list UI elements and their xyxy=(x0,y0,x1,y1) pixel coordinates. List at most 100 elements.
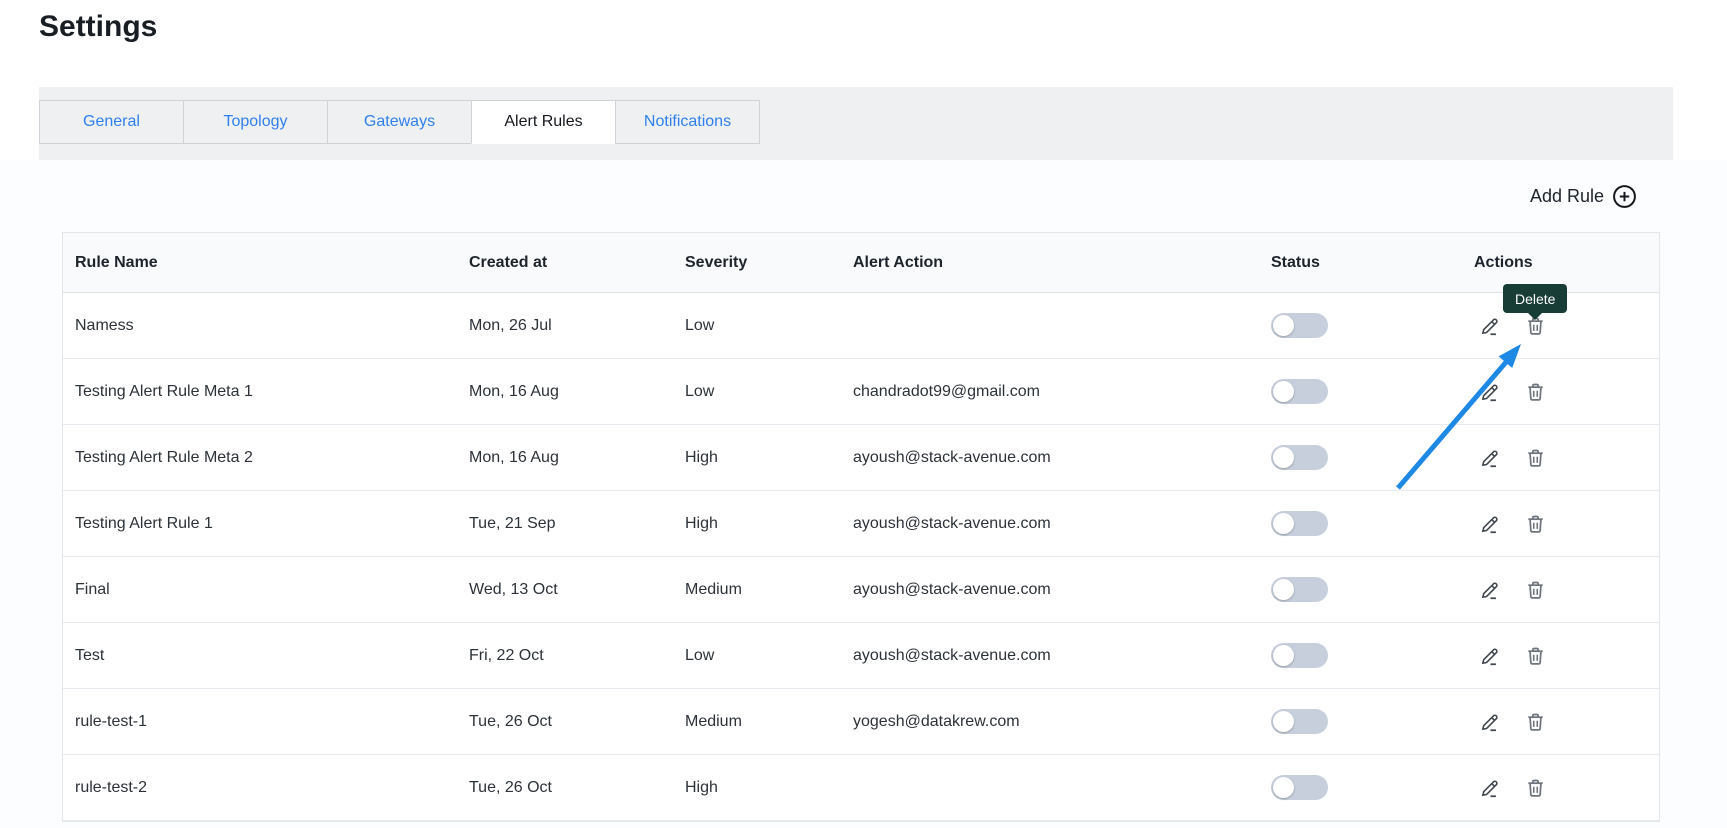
status-toggle[interactable] xyxy=(1271,775,1328,800)
status-toggle[interactable] xyxy=(1271,511,1328,536)
trash-icon xyxy=(1525,647,1546,670)
pencil-icon xyxy=(1479,714,1501,736)
edit-button[interactable] xyxy=(1479,777,1501,799)
status-toggle[interactable] xyxy=(1271,379,1328,404)
edit-button[interactable] xyxy=(1479,447,1501,469)
table-row: Testing Alert Rule 1 Tue, 21 Sep High ay… xyxy=(63,491,1659,557)
severity-cell: Low xyxy=(685,646,715,664)
tab-list: General Topology Gateways Alert Rules No… xyxy=(39,100,1673,144)
severity-cell: Medium xyxy=(685,580,742,598)
alert-action-cell: ayoush@stack-avenue.com xyxy=(853,448,1051,466)
table-header-row: Rule Name Created at Severity Alert Acti… xyxy=(63,233,1659,293)
trash-icon xyxy=(1525,449,1546,472)
delete-button[interactable] xyxy=(1525,645,1546,667)
status-toggle[interactable] xyxy=(1271,313,1328,338)
tab-topology[interactable]: Topology xyxy=(183,100,328,144)
toggle-knob xyxy=(1273,711,1294,732)
settings-tab-bar: General Topology Gateways Alert Rules No… xyxy=(39,87,1673,160)
pencil-icon xyxy=(1479,384,1501,406)
trash-icon xyxy=(1525,713,1546,736)
rule-name-cell: rule-test-2 xyxy=(75,778,148,796)
alert-action-cell: chandradot99@gmail.com xyxy=(853,382,1041,400)
column-header-actions: Actions xyxy=(1474,253,1533,271)
toggle-knob xyxy=(1273,381,1294,402)
column-header-alert-action: Alert Action xyxy=(853,253,944,271)
rule-name-cell: Test xyxy=(75,646,105,664)
status-toggle[interactable] xyxy=(1271,577,1328,602)
delete-button[interactable] xyxy=(1525,711,1546,733)
edit-button[interactable] xyxy=(1479,645,1501,667)
edit-button[interactable] xyxy=(1479,315,1501,337)
status-cell xyxy=(1259,445,1462,470)
status-cell xyxy=(1259,313,1462,338)
table-row: Test Fri, 22 Oct Low ayoush@stack-avenue… xyxy=(63,623,1659,689)
actions-cell xyxy=(1462,447,1659,469)
status-toggle[interactable] xyxy=(1271,445,1328,470)
page-title: Settings xyxy=(39,10,158,43)
trash-icon xyxy=(1525,383,1546,406)
table-row: rule-test-1 Tue, 26 Oct Medium yogesh@da… xyxy=(63,689,1659,755)
created-at-cell: Tue, 21 Sep xyxy=(469,514,556,532)
toggle-knob xyxy=(1273,777,1294,798)
alert-action-cell: ayoush@stack-avenue.com xyxy=(853,646,1051,664)
status-cell xyxy=(1259,511,1462,536)
pencil-icon xyxy=(1479,318,1501,340)
rule-name-cell: Testing Alert Rule Meta 2 xyxy=(75,448,253,466)
status-toggle[interactable] xyxy=(1271,709,1328,734)
actions-cell xyxy=(1462,513,1659,535)
severity-cell: High xyxy=(685,448,718,466)
rule-name-cell: Testing Alert Rule 1 xyxy=(75,514,213,532)
severity-cell: Low xyxy=(685,316,715,334)
tab-alert-rules[interactable]: Alert Rules xyxy=(471,100,616,144)
actions-cell xyxy=(1462,381,1659,403)
plus-circle-icon xyxy=(1612,184,1637,209)
pencil-icon xyxy=(1479,450,1501,472)
status-cell xyxy=(1259,577,1462,602)
delete-button[interactable] xyxy=(1525,381,1546,403)
severity-cell: Low xyxy=(685,382,715,400)
created-at-cell: Tue, 26 Oct xyxy=(469,712,552,730)
status-cell xyxy=(1259,775,1462,800)
created-at-cell: Mon, 16 Aug xyxy=(469,448,559,466)
table-row: rule-test-2 Tue, 26 Oct High xyxy=(63,755,1659,821)
tab-general[interactable]: General xyxy=(39,100,184,144)
rule-name-cell: Testing Alert Rule Meta 1 xyxy=(75,382,253,400)
table-row: Namess Mon, 26 Jul Low xyxy=(63,293,1659,359)
trash-icon xyxy=(1525,779,1546,802)
edit-button[interactable] xyxy=(1479,381,1501,403)
actions-cell xyxy=(1462,645,1659,667)
column-header-status: Status xyxy=(1271,253,1320,271)
created-at-cell: Fri, 22 Oct xyxy=(469,646,544,664)
delete-tooltip: Delete xyxy=(1503,284,1568,320)
status-toggle[interactable] xyxy=(1271,643,1328,668)
alert-action-cell: ayoush@stack-avenue.com xyxy=(853,514,1051,532)
created-at-cell: Wed, 13 Oct xyxy=(469,580,558,598)
alert-action-cell: ayoush@stack-avenue.com xyxy=(853,580,1051,598)
table-row: Testing Alert Rule Meta 1 Mon, 16 Aug Lo… xyxy=(63,359,1659,425)
tab-notifications[interactable]: Notifications xyxy=(615,100,760,144)
add-rule-button[interactable]: Add Rule xyxy=(1530,184,1637,209)
alert-rules-table: Rule Name Created at Severity Alert Acti… xyxy=(62,232,1660,822)
created-at-cell: Mon, 16 Aug xyxy=(469,382,559,400)
delete-button[interactable] xyxy=(1525,579,1546,601)
column-header-severity: Severity xyxy=(685,253,748,271)
delete-button[interactable] xyxy=(1525,447,1546,469)
pencil-icon xyxy=(1479,780,1501,802)
rule-name-cell: Final xyxy=(75,580,110,598)
edit-button[interactable] xyxy=(1479,513,1501,535)
pencil-icon xyxy=(1479,582,1501,604)
trash-icon xyxy=(1525,581,1546,604)
toggle-knob xyxy=(1273,447,1294,468)
created-at-cell: Mon, 26 Jul xyxy=(469,316,552,334)
severity-cell: Medium xyxy=(685,712,742,730)
edit-button[interactable] xyxy=(1479,579,1501,601)
pencil-icon xyxy=(1479,516,1501,538)
delete-button[interactable] xyxy=(1525,513,1546,535)
trash-icon xyxy=(1525,515,1546,538)
tab-gateways[interactable]: Gateways xyxy=(327,100,472,144)
actions-cell xyxy=(1462,315,1659,337)
delete-button[interactable] xyxy=(1525,777,1546,799)
edit-button[interactable] xyxy=(1479,711,1501,733)
rule-name-cell: Namess xyxy=(75,316,134,334)
toggle-knob xyxy=(1273,315,1294,336)
